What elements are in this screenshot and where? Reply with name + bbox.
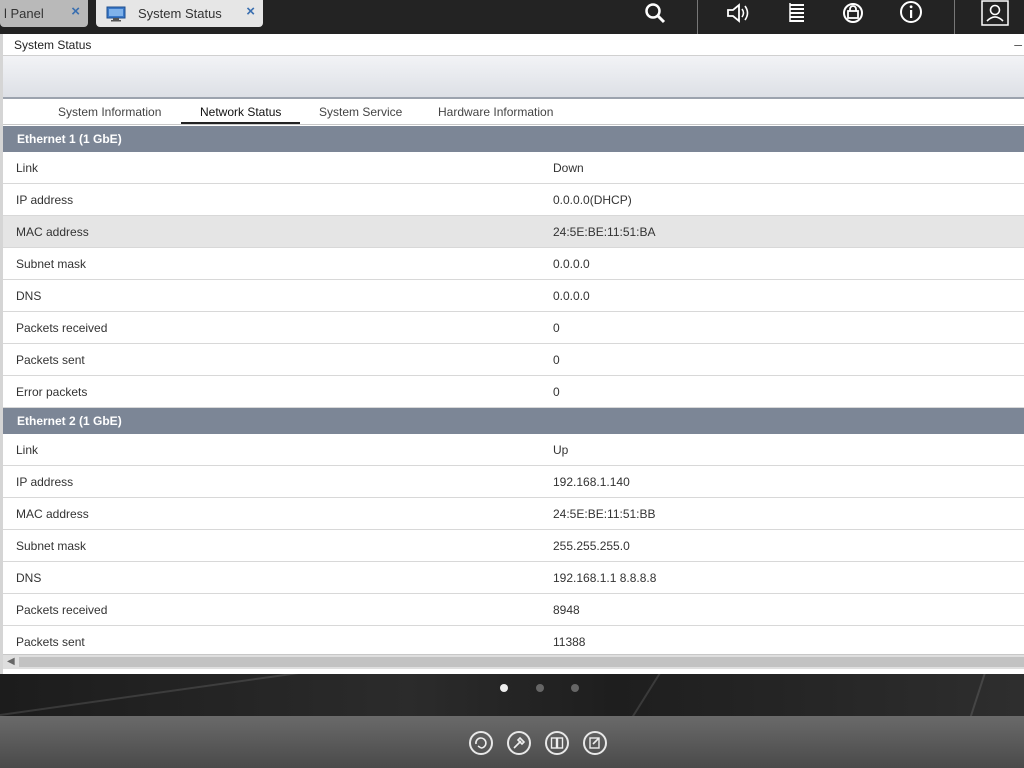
divider bbox=[697, 0, 698, 34]
table-row[interactable]: Link Up bbox=[3, 434, 1024, 466]
tab-system-information[interactable]: System Information bbox=[58, 105, 161, 119]
row-value: 0.0.0.0 bbox=[553, 256, 590, 271]
row-value: 0.0.0.0(DHCP) bbox=[553, 192, 632, 207]
row-value: Up bbox=[553, 442, 569, 457]
row-label: MAC address bbox=[16, 224, 89, 239]
search-icon[interactable] bbox=[640, 0, 670, 26]
row-value: 192.168.1.1 8.8.8.8 bbox=[553, 570, 657, 585]
table-row[interactable]: Packets received 8948 bbox=[3, 594, 1024, 626]
sync-icon[interactable] bbox=[838, 0, 868, 26]
tab-system-status[interactable]: System Status × bbox=[96, 0, 263, 27]
table-row[interactable]: Subnet mask 0.0.0.0 bbox=[3, 248, 1024, 280]
tab-label: System Status bbox=[138, 6, 222, 21]
table-row[interactable]: Link Down bbox=[3, 152, 1024, 184]
row-label: IP address bbox=[16, 192, 74, 207]
notes-icon[interactable] bbox=[583, 731, 607, 755]
row-value: 24:5E:BE:11:51:BB bbox=[553, 506, 656, 521]
active-tab-indicator bbox=[181, 122, 300, 124]
table-row[interactable]: Packets received 0 bbox=[3, 312, 1024, 344]
close-icon[interactable]: × bbox=[71, 3, 80, 20]
row-value: 255.255.255.0 bbox=[553, 538, 630, 553]
page-dot[interactable] bbox=[571, 684, 579, 692]
tools-icon[interactable] bbox=[507, 731, 531, 755]
table-row[interactable]: Subnet mask 255.255.255.0 bbox=[3, 530, 1024, 562]
table-row[interactable]: Error packets 0 bbox=[3, 376, 1024, 408]
row-label: MAC address bbox=[16, 506, 89, 521]
window-title: System Status bbox=[14, 37, 92, 52]
network-status-panel: Ethernet 1 (1 GbE) Link Down IP address 0.0.… bbox=[3, 126, 1024, 654]
book-icon[interactable] bbox=[545, 731, 569, 755]
row-label: IP address bbox=[16, 474, 74, 489]
row-value: 0 bbox=[553, 320, 560, 335]
row-value: 0 bbox=[553, 352, 560, 367]
tab-hardware-information[interactable]: Hardware Information bbox=[438, 105, 553, 119]
user-icon[interactable] bbox=[980, 0, 1010, 26]
row-value: 0 bbox=[553, 384, 560, 399]
table-row[interactable]: Packets sent 0 bbox=[3, 344, 1024, 376]
window-toolbar bbox=[3, 56, 1024, 99]
window-title-bar[interactable]: System Status – bbox=[3, 34, 1024, 56]
row-value: 0.0.0.0 bbox=[553, 288, 590, 303]
system-status-window: System Status – System Information Netwo… bbox=[0, 34, 1024, 674]
volume-icon[interactable] bbox=[724, 0, 754, 26]
page-dot[interactable] bbox=[500, 684, 508, 692]
tab-strip: System Information Network Status System… bbox=[3, 99, 1024, 125]
table-row[interactable]: DNS 192.168.1.1 8.8.8.8 bbox=[3, 562, 1024, 594]
tab-label: l Panel bbox=[4, 6, 44, 21]
row-value: Down bbox=[553, 160, 584, 175]
row-value: 8948 bbox=[553, 602, 580, 617]
background-streak bbox=[0, 674, 377, 716]
row-label: Packets sent bbox=[16, 634, 85, 649]
table-row[interactable]: Packets sent 11388 bbox=[3, 626, 1024, 654]
row-label: Subnet mask bbox=[16, 256, 87, 271]
row-label: Packets sent bbox=[16, 352, 85, 367]
table-row[interactable]: IP address 0.0.0.0(DHCP) bbox=[3, 184, 1024, 216]
tab-system-service[interactable]: System Service bbox=[319, 105, 402, 119]
tab-network-status[interactable]: Network Status bbox=[200, 105, 281, 119]
top-bar: l Panel × System Status × bbox=[0, 0, 1024, 34]
tasks-icon[interactable] bbox=[782, 0, 812, 26]
table-row[interactable]: DNS 0.0.0.0 bbox=[3, 280, 1024, 312]
divider bbox=[954, 0, 955, 34]
row-label: DNS bbox=[16, 570, 42, 585]
row-label: Link bbox=[16, 442, 39, 457]
page-dot[interactable] bbox=[536, 684, 544, 692]
scrollbar-thumb[interactable] bbox=[19, 657, 1024, 667]
close-icon[interactable]: × bbox=[246, 3, 255, 20]
table-row[interactable]: MAC address 24:5E:BE:11:51:BB bbox=[3, 498, 1024, 530]
row-label: DNS bbox=[16, 288, 42, 303]
row-value: 24:5E:BE:11:51:BA bbox=[553, 224, 656, 239]
qsync-icon[interactable] bbox=[469, 731, 493, 755]
minimize-button[interactable]: – bbox=[1014, 36, 1022, 52]
row-label: Subnet mask bbox=[16, 538, 87, 553]
table-row[interactable]: MAC address 24:5E:BE:11:51:BA bbox=[3, 216, 1024, 248]
row-value: 192.168.1.140 bbox=[553, 474, 630, 489]
section-header: Ethernet 1 (1 GbE) bbox=[3, 126, 1024, 152]
horizontal-scrollbar[interactable]: ◀ bbox=[3, 654, 1024, 669]
row-label: Packets received bbox=[16, 602, 108, 617]
row-label: Link bbox=[16, 160, 39, 175]
section-header: Ethernet 2 (1 GbE) bbox=[3, 408, 1024, 434]
row-label: Error packets bbox=[16, 384, 88, 399]
desktop-background bbox=[0, 674, 1024, 768]
row-value: 11388 bbox=[553, 634, 586, 649]
scroll-left-icon[interactable]: ◀ bbox=[7, 656, 15, 667]
row-label: Packets received bbox=[16, 320, 108, 335]
monitor-icon bbox=[106, 6, 126, 22]
info-icon[interactable] bbox=[896, 0, 926, 26]
table-row[interactable]: IP address 192.168.1.140 bbox=[3, 466, 1024, 498]
tab-control-panel[interactable]: l Panel × bbox=[0, 0, 88, 27]
